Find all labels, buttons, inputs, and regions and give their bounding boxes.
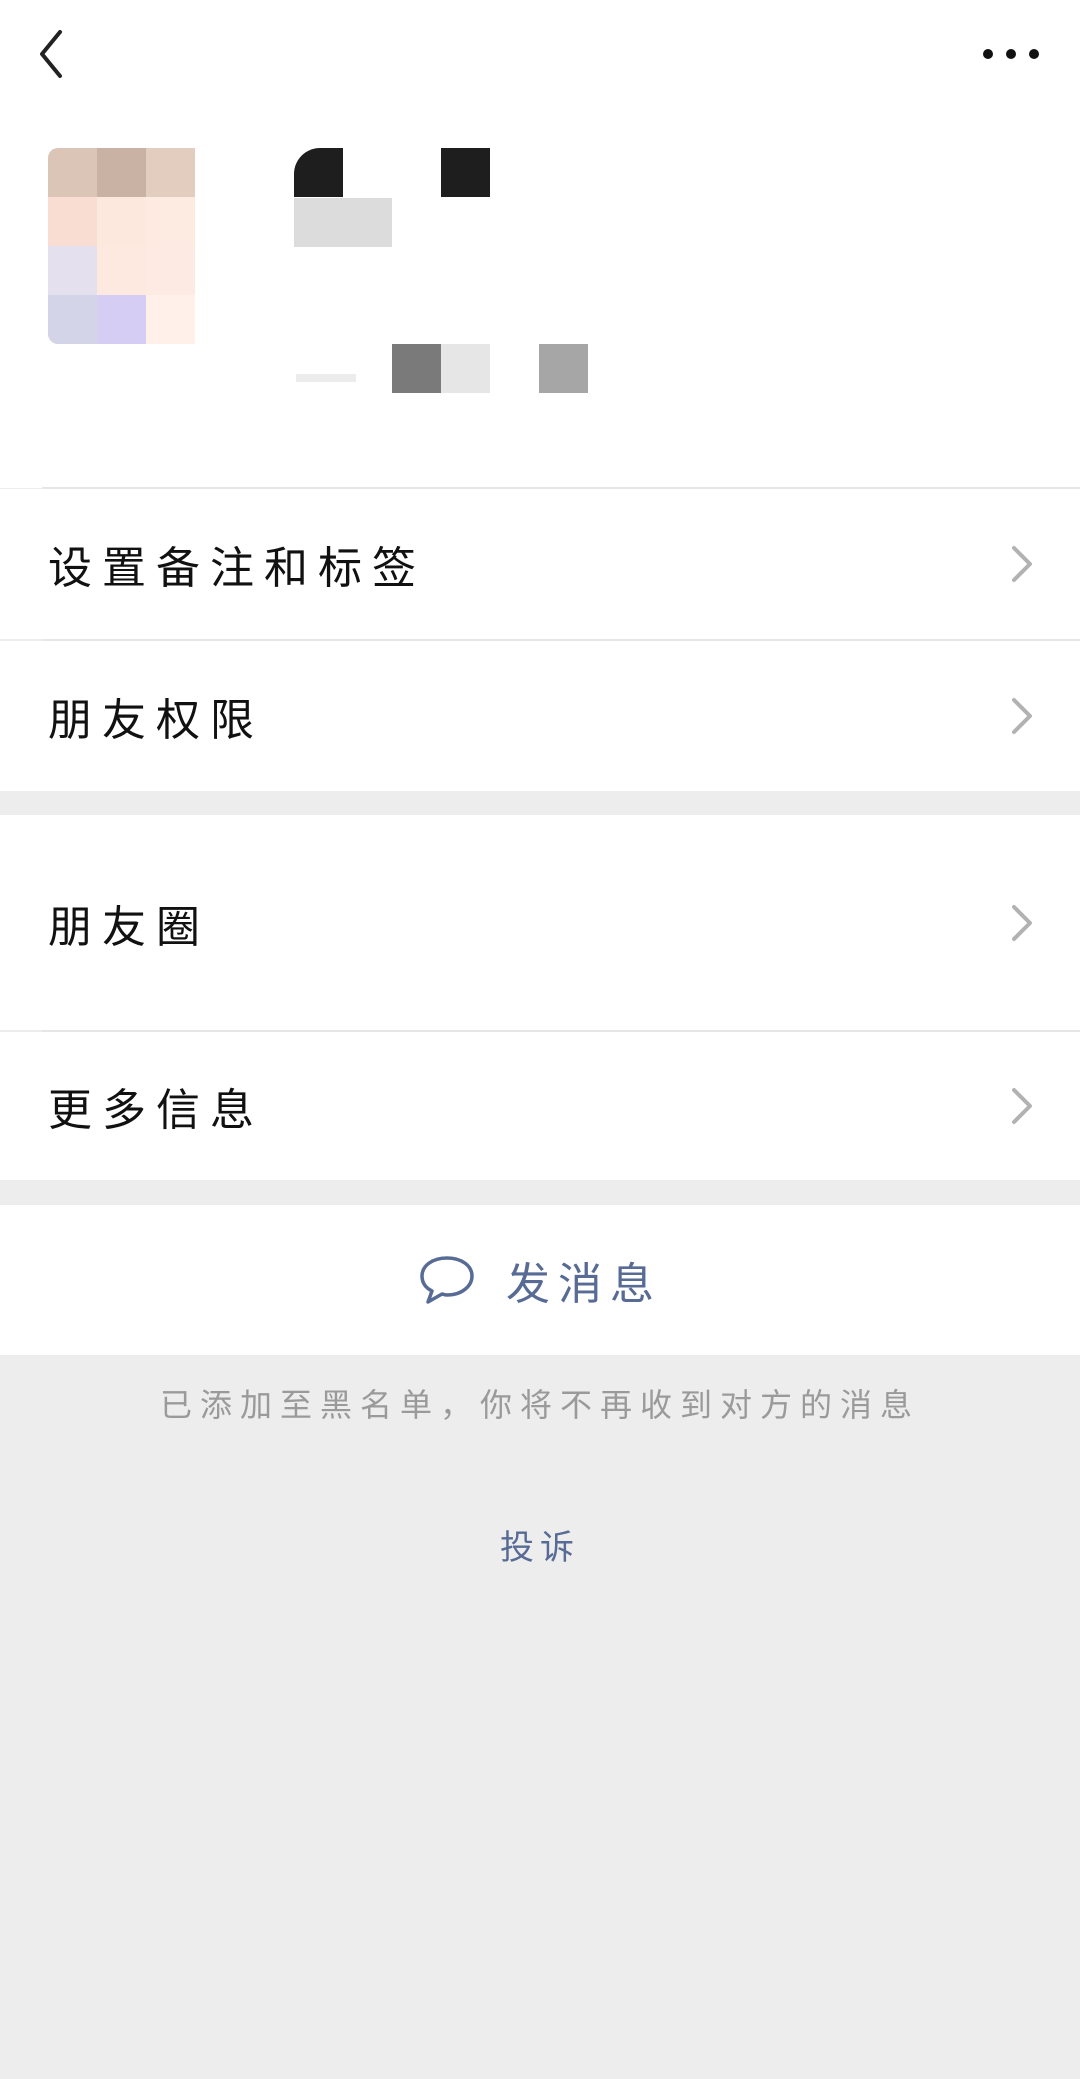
send-message-label: 发消息 (506, 1259, 662, 1310)
complain-link[interactable]: 投诉 (500, 1528, 580, 1568)
set-remark-tags-row[interactable]: 设置备注和标签 (0, 489, 1080, 639)
top-bar (0, 0, 1080, 110)
avatar[interactable] (48, 148, 216, 344)
more-info-row[interactable]: 更多信息 (0, 1032, 1080, 1180)
chevron-right-icon (1012, 1088, 1032, 1124)
send-message-button[interactable]: 发消息 (0, 1205, 1080, 1355)
more-button[interactable] (976, 34, 1046, 74)
chevron-right-icon (1012, 904, 1032, 941)
friend-permissions-row[interactable]: 朋友权限 (0, 641, 1080, 791)
set-remark-tags-label: 设置备注和标签 (48, 543, 426, 594)
blacklist-hint: 已添加至黑名单，你将不再收到对方的消息 (159, 1386, 920, 1424)
send-message-content: 发消息 (418, 1248, 662, 1312)
complain-row: 投诉 (0, 1520, 1080, 1569)
chat-bubble-icon (420, 1256, 474, 1304)
more-horizontal-icon (983, 49, 1039, 59)
chevron-right-icon (1012, 546, 1032, 582)
more-info-label: 更多信息 (48, 1085, 264, 1136)
chevron-left-icon (40, 30, 62, 78)
profile-header (0, 110, 1080, 488)
moments-row[interactable]: 朋友圈 (0, 815, 1080, 1030)
chevron-right-icon (1012, 698, 1032, 734)
moments-label: 朋友圈 (48, 901, 210, 953)
back-button[interactable] (30, 24, 80, 84)
friend-permissions-label: 朋友权限 (48, 695, 264, 746)
